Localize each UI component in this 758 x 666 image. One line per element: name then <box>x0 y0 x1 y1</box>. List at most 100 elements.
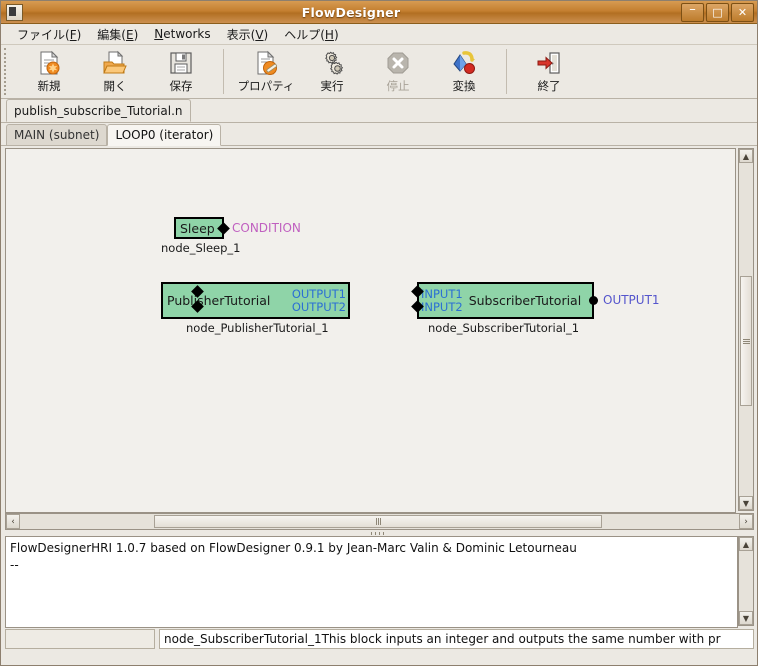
canvas-area: Sleep CONDITION node_Sleep_1 PublisherTu… <box>1 146 757 513</box>
subnet-tab-bar: MAIN (subnet) LOOP0 (iterator) <box>1 123 757 146</box>
subscriber-port-input1[interactable]: INPUT1 <box>419 287 465 301</box>
console-scroll-down-icon: ▼ <box>742 613 750 623</box>
canvas-scroll-up-button[interactable]: ▲ <box>739 149 753 163</box>
pane-splitter-grip <box>371 531 387 535</box>
canvas-horizontal-scrollbar[interactable]: ‹ › <box>5 513 754 530</box>
open-folder-icon <box>102 50 128 76</box>
convert-icon <box>451 50 477 76</box>
toolbar-separator-1 <box>223 49 224 94</box>
scroll-up-icon: ▲ <box>742 151 750 161</box>
canvas-scroll-left-button[interactable]: ‹ <box>6 514 20 529</box>
network-canvas-viewport[interactable]: Sleep CONDITION node_Sleep_1 PublisherTu… <box>5 148 736 513</box>
status-message-field: node_SubscriberTutorial_1This block inpu… <box>159 629 754 649</box>
publisher-output-ports: OUTPUT1 OUTPUT2 <box>290 287 348 314</box>
maximize-icon: □ <box>712 5 723 19</box>
toolbar-new-label: 新規 <box>37 78 61 93</box>
new-document-icon <box>36 50 62 76</box>
subnet-tab-main[interactable]: MAIN (subnet) <box>6 124 108 146</box>
console-output[interactable]: FlowDesignerHRI 1.0.7 based on FlowDesig… <box>5 536 738 628</box>
toolbar-stop-label: 停止 <box>386 78 410 93</box>
file-tab-bar: publish_subscribe_Tutorial.n <box>1 99 757 123</box>
menu-networks[interactable]: Networks <box>146 26 218 42</box>
toolbar-run-label: 実行 <box>320 78 344 93</box>
window-title: FlowDesigner <box>301 4 401 20</box>
title-bar: FlowDesigner – □ ✕ <box>1 1 757 24</box>
console-scroll-up-button[interactable]: ▲ <box>739 537 753 551</box>
toolbar-open-button[interactable]: 開く <box>82 45 148 98</box>
menu-networks-label: Networks <box>154 27 211 41</box>
console-vertical-scrollbar[interactable]: ▲ ▼ <box>738 536 754 626</box>
floppy-save-icon <box>168 50 194 76</box>
menu-help[interactable]: ヘルプ(H) <box>276 25 346 44</box>
subscriber-output1-port[interactable] <box>589 296 598 305</box>
toolbar-run-button[interactable]: 実行 <box>299 45 365 98</box>
minimize-icon: – <box>689 2 696 17</box>
scroll-thumb-grip <box>742 338 750 344</box>
menu-file-label: ファイル(F) <box>17 27 82 42</box>
menu-help-label: ヘルプ(H) <box>284 27 339 42</box>
toolbar-drag-handle[interactable] <box>4 48 13 95</box>
console-line: -- <box>10 558 19 572</box>
sleep-condition-label: CONDITION <box>232 221 301 235</box>
canvas-vertical-scrollbar[interactable]: ▲ ▼ <box>738 148 754 511</box>
subnet-tab-loop0[interactable]: LOOP0 (iterator) <box>107 124 222 146</box>
canvas-horizontal-scroll-row: ‹ › <box>1 513 757 530</box>
canvas-vertical-scroll-thumb[interactable] <box>740 276 752 406</box>
toolbar-properties-button[interactable]: プロパティ <box>233 45 299 98</box>
gears-run-icon <box>319 50 345 76</box>
toolbar-stop-button: 停止 <box>365 45 431 98</box>
scroll-right-icon: › <box>744 516 748 527</box>
toolbar-save-label: 保存 <box>169 78 193 93</box>
publisher-port-output2[interactable]: OUTPUT2 <box>290 300 348 314</box>
toolbar-new-button[interactable]: 新規 <box>16 45 82 98</box>
publisher-port-output1[interactable]: OUTPUT1 <box>290 287 348 301</box>
main-toolbar: 新規 開く 保存 プロパティ 実行 停止 変換 終了 <box>1 45 757 99</box>
minimize-button[interactable]: – <box>681 2 704 22</box>
menu-bar: ファイル(F) 編集(E) Networks 表示(V) ヘルプ(H) <box>1 24 757 45</box>
menu-edit[interactable]: 編集(E) <box>89 25 146 44</box>
close-button[interactable]: ✕ <box>731 2 754 22</box>
graph-node-publisher-type: PublisherTutorial <box>167 293 271 308</box>
close-icon: ✕ <box>737 5 748 19</box>
menu-view-label: 表示(V) <box>226 27 269 42</box>
console-scroll-down-button[interactable]: ▼ <box>739 611 753 625</box>
toolbar-save-button[interactable]: 保存 <box>148 45 214 98</box>
scroll-down-icon: ▼ <box>742 498 750 508</box>
sleep-instance-label: node_Sleep_1 <box>161 241 241 255</box>
console-scroll-up-icon: ▲ <box>742 539 750 549</box>
canvas-horizontal-scroll-thumb[interactable] <box>154 515 602 528</box>
menu-view[interactable]: 表示(V) <box>219 25 277 44</box>
graph-node-sleep-type: Sleep <box>180 220 215 236</box>
publisher-instance-label: node_PublisherTutorial_1 <box>186 321 329 335</box>
subscriber-output1-label: OUTPUT1 <box>603 293 660 307</box>
toolbar-exit-button[interactable]: 終了 <box>516 45 582 98</box>
toolbar-separator-2 <box>506 49 507 94</box>
toolbar-properties-label: プロパティ <box>237 78 295 93</box>
status-bar: node_SubscriberTutorial_1This block inpu… <box>1 628 757 652</box>
application-window: FlowDesigner – □ ✕ ファイル(F) 編集(E) Network… <box>0 0 758 666</box>
toolbar-convert-button[interactable]: 変換 <box>431 45 497 98</box>
maximize-button[interactable]: □ <box>706 2 729 22</box>
canvas-scroll-right-button[interactable]: › <box>739 514 753 529</box>
file-tab-label: publish_subscribe_Tutorial.n <box>14 104 183 118</box>
toolbar-open-label: 開く <box>103 78 127 93</box>
subscriber-port-input2[interactable]: INPUT2 <box>419 300 465 314</box>
graph-node-subscriber-type: SubscriberTutorial <box>468 293 582 308</box>
toolbar-exit-label: 終了 <box>537 78 561 93</box>
network-canvas[interactable]: Sleep CONDITION node_Sleep_1 PublisherTu… <box>6 149 735 512</box>
hscroll-thumb-grip <box>375 518 381 525</box>
file-tab-publish-subscribe-tutorial[interactable]: publish_subscribe_Tutorial.n <box>6 99 191 122</box>
subscriber-instance-label: node_SubscriberTutorial_1 <box>428 321 580 335</box>
properties-icon <box>253 50 279 76</box>
subscriber-input-ports: INPUT1 INPUT2 <box>419 287 465 314</box>
window-app-icon <box>6 3 23 21</box>
subnet-tab-loop0-label: LOOP0 (iterator) <box>115 128 214 142</box>
graph-node-subscriber[interactable]: INPUT1 INPUT2 SubscriberTutorial <box>417 282 594 319</box>
menu-edit-label: 編集(E) <box>97 27 139 42</box>
status-left-field <box>5 629 155 649</box>
canvas-scroll-down-button[interactable]: ▼ <box>739 496 753 510</box>
graph-node-publisher[interactable]: PublisherTutorial OUTPUT1 OUTPUT2 <box>161 282 350 319</box>
stop-icon <box>385 50 411 76</box>
scroll-left-icon: ‹ <box>11 516 15 527</box>
menu-file[interactable]: ファイル(F) <box>9 25 89 44</box>
